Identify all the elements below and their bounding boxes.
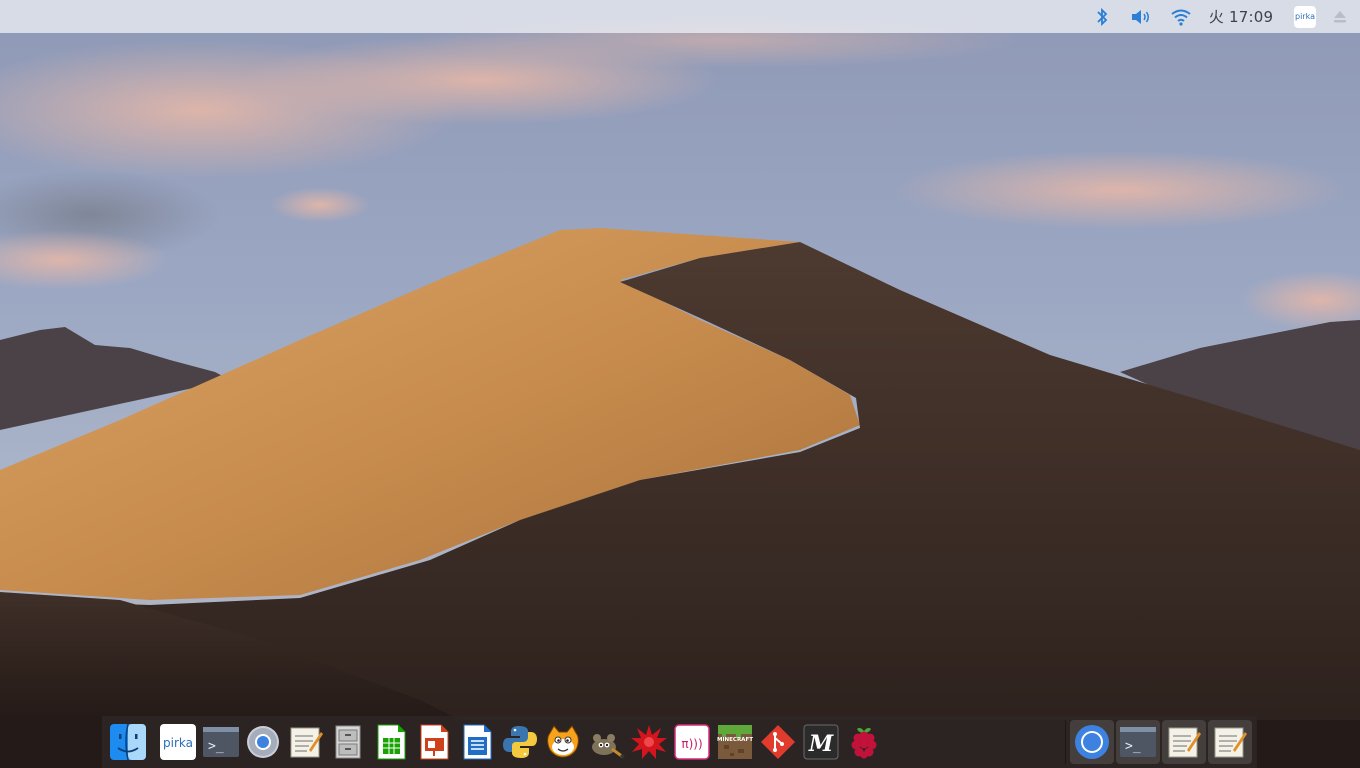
eject-icon[interactable] xyxy=(1328,0,1352,33)
file-manager-icon[interactable] xyxy=(329,723,367,761)
pirka-badge-label: pirka xyxy=(1294,5,1316,28)
terminal-icon[interactable]: >_ xyxy=(202,723,240,761)
wifi-icon[interactable] xyxy=(1168,0,1194,33)
raspberry-icon[interactable] xyxy=(845,723,883,761)
running-text-editor-icon-2[interactable] xyxy=(1208,720,1252,764)
running-terminal-label: >_ xyxy=(1125,739,1141,754)
libreoffice-writer-icon[interactable] xyxy=(458,723,496,761)
git-icon[interactable] xyxy=(759,723,797,761)
dock-separator xyxy=(1065,720,1066,764)
running-text-editor-icon[interactable] xyxy=(1162,720,1206,764)
clock[interactable]: 火 17:09 xyxy=(1206,0,1276,33)
running-terminal-icon[interactable]: >_ xyxy=(1116,720,1160,764)
minecraft-icon[interactable]: MINECRAFT xyxy=(716,723,754,761)
pirka-icon-label: pirka xyxy=(163,736,193,750)
pi-radio-label: π))) xyxy=(681,737,702,751)
terminal-icon-label: >_ xyxy=(208,739,224,754)
finder-icon[interactable] xyxy=(109,723,147,761)
scratch-icon[interactable] xyxy=(544,723,582,761)
text-editor-icon[interactable] xyxy=(287,723,325,761)
dock: pirka >_ π))) MINECRAFT M >_ xyxy=(102,716,1257,768)
chromium-icon[interactable] xyxy=(244,723,282,761)
pirka-tray-icon[interactable]: pirka xyxy=(1292,0,1318,33)
bluetooth-icon[interactable] xyxy=(1092,0,1112,33)
gimp-icon[interactable] xyxy=(587,723,625,761)
pi-radio-icon[interactable]: π))) xyxy=(673,723,711,761)
pirka-icon[interactable]: pirka xyxy=(159,723,197,761)
top-menubar: 火 17:09 pirka xyxy=(0,0,1360,33)
mathematica-label: M xyxy=(808,731,834,757)
minecraft-label: MINECRAFT xyxy=(717,737,753,743)
libreoffice-impress-icon[interactable] xyxy=(415,723,453,761)
libreoffice-calc-icon[interactable] xyxy=(372,723,410,761)
mathematica-icon[interactable]: M xyxy=(802,723,840,761)
running-chromium-icon[interactable] xyxy=(1070,720,1114,764)
burst-icon[interactable] xyxy=(630,723,668,761)
desktop-wallpaper xyxy=(0,0,1360,768)
volume-icon[interactable] xyxy=(1128,0,1154,33)
python-icon[interactable] xyxy=(501,723,539,761)
